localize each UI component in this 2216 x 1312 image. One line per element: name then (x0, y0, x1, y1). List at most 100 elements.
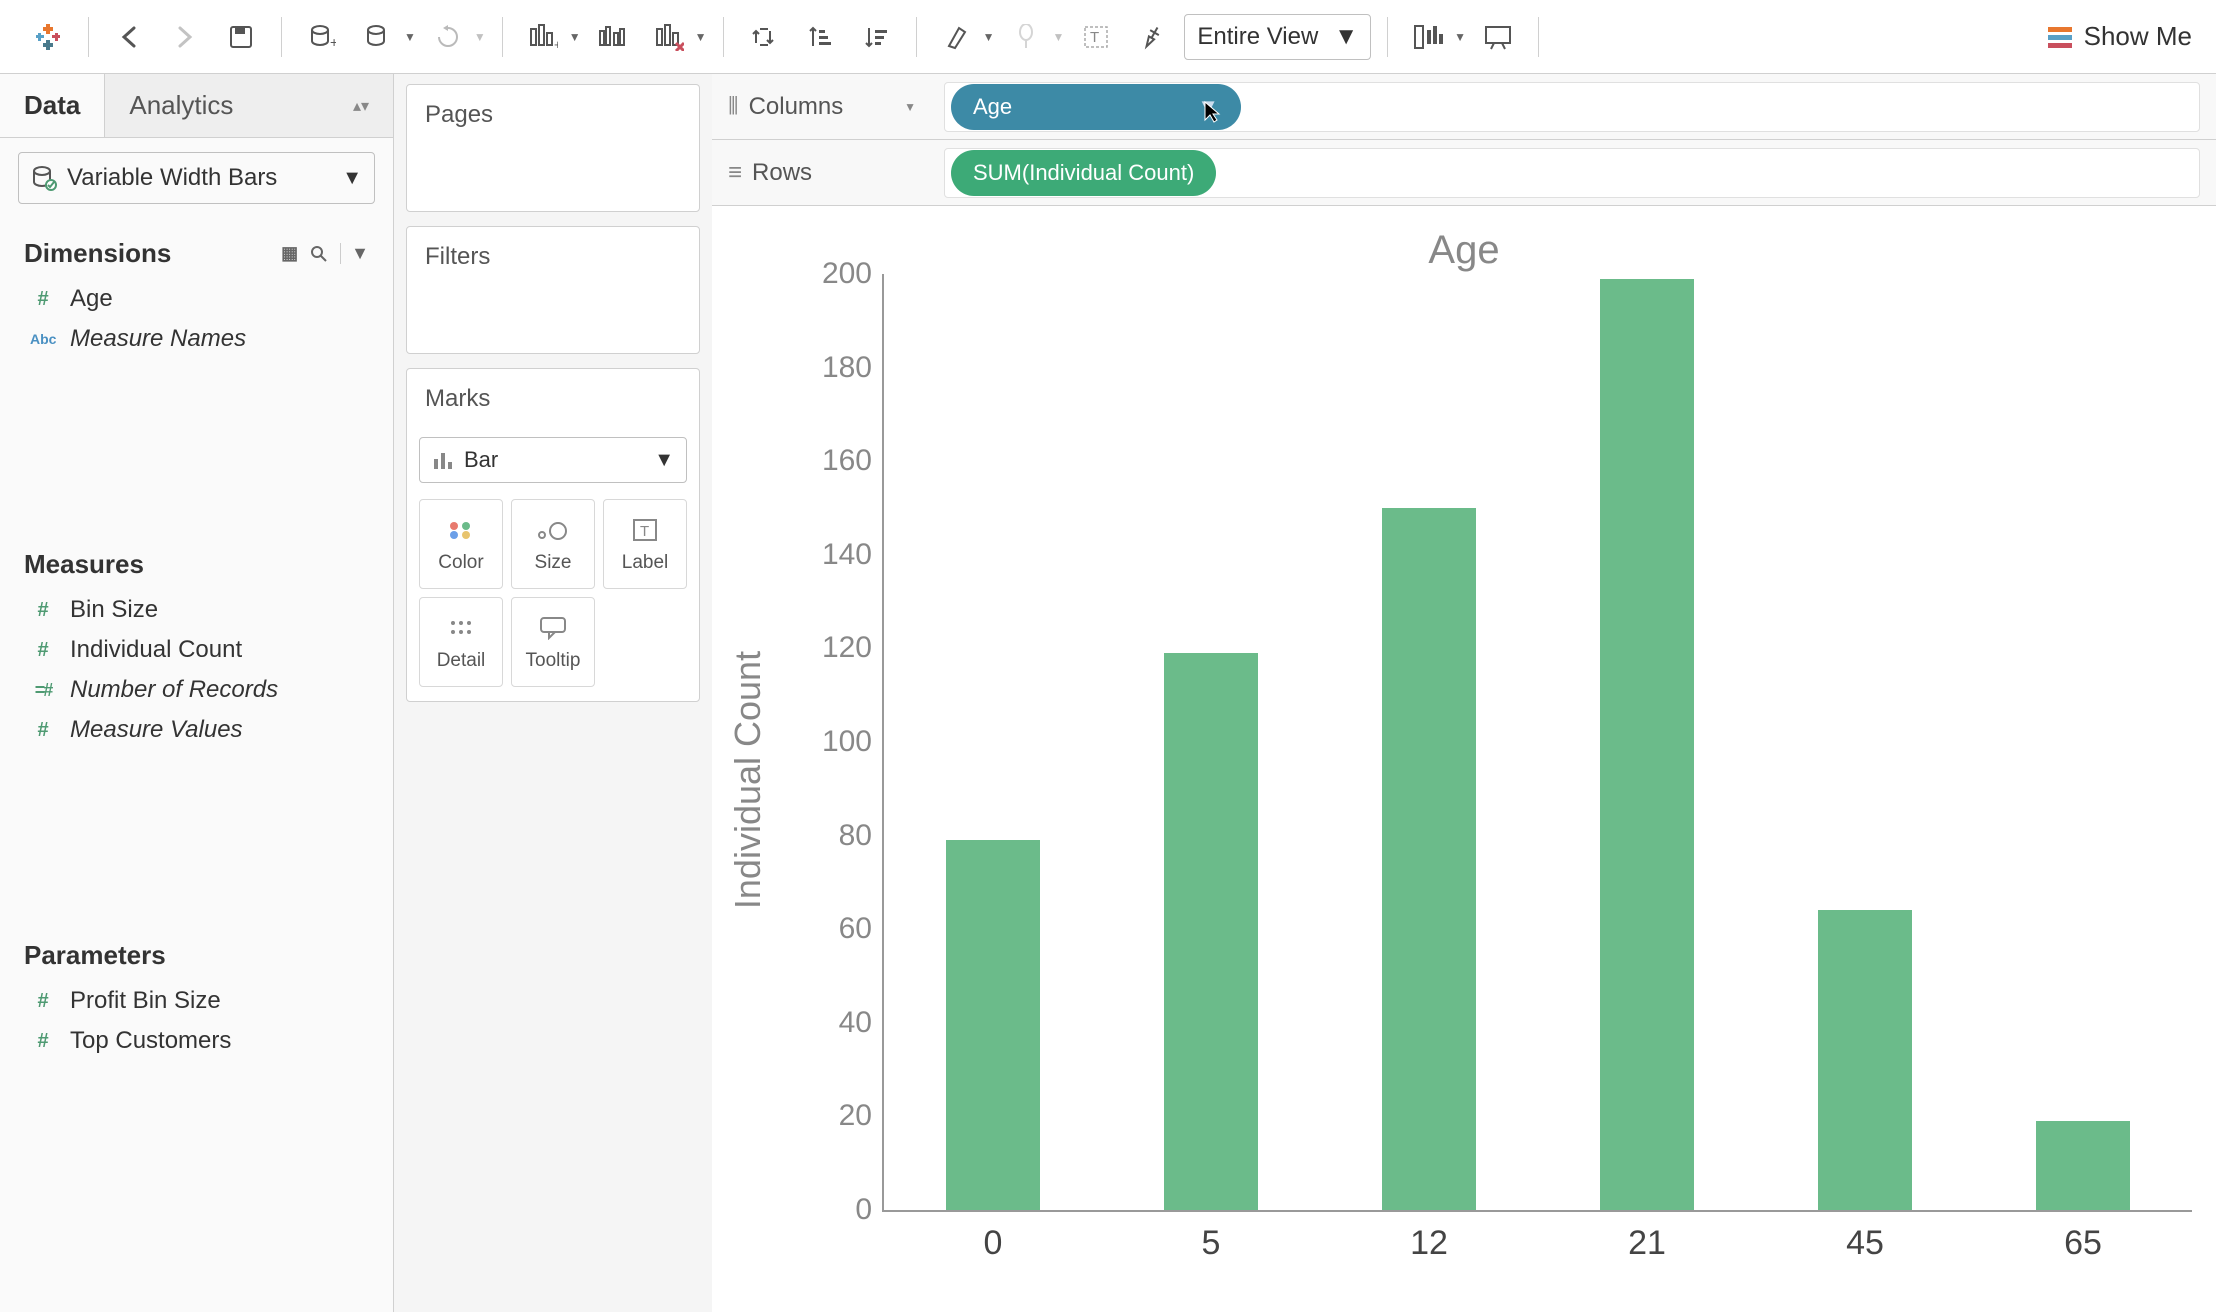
plot-area[interactable]: 0204060801001201401601802000512214565 (882, 274, 2192, 1212)
datasource-select[interactable]: Variable Width Bars ▼ (18, 152, 375, 204)
y-tick-label: 40 (839, 1006, 884, 1040)
field-type-icon: # (30, 639, 56, 662)
pause-updates-button[interactable]: ▼ (354, 13, 416, 61)
measures-header: Measures (24, 549, 369, 580)
chevron-down-icon: ▼ (1334, 23, 1358, 51)
cards-panel: Pages Filters Marks Bar ▼ Color (394, 74, 712, 1312)
cursor-icon (1203, 100, 1223, 124)
visualization: Age Individual Count 0204060801001201401… (712, 206, 2216, 1312)
label-mark-button[interactable]: T Label (603, 499, 687, 589)
field-label: Measure Names (70, 325, 246, 353)
x-tick-label: 65 (2064, 1210, 2102, 1263)
field-item[interactable]: #Bin Size (24, 590, 369, 630)
bar-mark-icon (432, 449, 454, 471)
tab-analytics[interactable]: Analytics▴▾ (104, 74, 393, 137)
y-tick-label: 200 (822, 257, 884, 291)
field-item[interactable]: #Top Customers (24, 1021, 369, 1061)
y-tick-label: 160 (822, 444, 884, 478)
group-button[interactable]: ▼ (1002, 13, 1064, 61)
field-item[interactable]: =# Number of Records (24, 670, 369, 710)
field-item[interactable]: #Age (24, 279, 369, 319)
size-mark-button[interactable]: Size (511, 499, 595, 589)
filters-title: Filters (407, 227, 699, 287)
field-item[interactable]: AbcMeasure Names (24, 319, 369, 359)
dimensions-header: Dimensions ▦ ▼ (24, 238, 369, 269)
y-tick-label: 60 (839, 912, 884, 946)
forward-button[interactable] (161, 13, 209, 61)
top-toolbar: + ▼ ▼ +▼ ▼ ▼ ▼ T Entire View ▼ ▼ Show Me (0, 0, 2216, 74)
svg-text:+: + (554, 37, 558, 51)
field-type-icon: # (30, 288, 56, 311)
show-me-label: Show Me (2084, 21, 2192, 52)
chevron-down-icon: ▼ (654, 449, 674, 472)
field-label: Number of Records (70, 676, 278, 704)
chart-bar[interactable] (1818, 910, 1912, 1210)
x-tick-label: 21 (1628, 1210, 1666, 1263)
x-tick-label: 45 (1846, 1210, 1884, 1263)
field-item[interactable]: #Profit Bin Size (24, 981, 369, 1021)
columns-pill-age[interactable]: Age ▼ (951, 84, 1241, 130)
rows-pill-individual-count[interactable]: SUM(Individual Count) (951, 150, 1216, 196)
highlight-button[interactable]: ▼ (933, 13, 995, 61)
view-as-table-icon[interactable]: ▦ (281, 243, 298, 264)
chart-bar[interactable] (1382, 508, 1476, 1210)
field-type-icon: # (30, 719, 56, 742)
detail-mark-button[interactable]: Detail (419, 597, 503, 687)
clear-button[interactable]: ▼ (645, 13, 707, 61)
field-item[interactable]: #Measure Values (24, 710, 369, 750)
sort-desc-button[interactable] (852, 13, 900, 61)
chevron-down-icon: ▼ (904, 100, 916, 114)
columns-shelf-label: ⦀Columns ▼ (728, 93, 928, 121)
refresh-button[interactable]: ▼ (424, 13, 486, 61)
y-tick-label: 20 (839, 1099, 884, 1133)
swap-button[interactable] (740, 13, 788, 61)
columns-icon: ⦀ (728, 93, 739, 121)
field-label: Profit Bin Size (70, 987, 221, 1015)
svg-text:T: T (640, 523, 649, 540)
fit-dropdown[interactable]: Entire View ▼ (1184, 14, 1371, 60)
svg-text:+: + (330, 34, 336, 50)
marks-title: Marks (407, 369, 699, 429)
new-datasource-button[interactable]: + (298, 13, 346, 61)
back-button[interactable] (105, 13, 153, 61)
chart-bar[interactable] (2036, 1121, 2130, 1210)
y-tick-label: 100 (822, 725, 884, 759)
tooltip-mark-button[interactable]: Tooltip (511, 597, 595, 687)
chart-bar[interactable] (1600, 279, 1694, 1210)
y-tick-label: 80 (839, 819, 884, 853)
pin-button[interactable] (1128, 13, 1176, 61)
show-me-button[interactable]: Show Me (2046, 21, 2192, 52)
y-tick-label: 140 (822, 538, 884, 572)
pages-card[interactable]: Pages (406, 84, 700, 212)
field-type-icon: =# (30, 680, 56, 701)
parameters-header: Parameters (24, 940, 369, 971)
field-item[interactable]: #Individual Count (24, 630, 369, 670)
tableau-logo-icon[interactable] (24, 13, 72, 61)
tab-data[interactable]: Data (0, 74, 104, 137)
chart-bar[interactable] (946, 840, 1040, 1210)
field-label: Bin Size (70, 596, 158, 624)
show-labels-button[interactable]: T (1072, 13, 1120, 61)
color-mark-button[interactable]: Color (419, 499, 503, 589)
presentation-mode-button[interactable] (1474, 13, 1522, 61)
rows-shelf-label: ≡Rows (728, 159, 928, 187)
new-worksheet-button[interactable]: +▼ (519, 13, 581, 61)
y-tick-label: 0 (855, 1193, 884, 1227)
side-tabs: Data Analytics▴▾ (0, 74, 393, 138)
columns-shelf[interactable]: ⦀Columns ▼ Age ▼ (712, 74, 2216, 140)
save-button[interactable] (217, 13, 265, 61)
sort-asc-button[interactable] (796, 13, 844, 61)
search-fields-icon[interactable] (310, 245, 328, 263)
rows-shelf[interactable]: ≡Rows SUM(Individual Count) (712, 140, 2216, 206)
x-tick-label: 5 (1202, 1210, 1221, 1263)
chart-bar[interactable] (1164, 653, 1258, 1210)
worksheet-area: ⦀Columns ▼ Age ▼ ≡Rows SUM(Individual Co… (712, 74, 2216, 1312)
mark-type-select[interactable]: Bar ▼ (419, 437, 687, 483)
field-type-icon: # (30, 1030, 56, 1053)
x-tick-label: 12 (1410, 1210, 1448, 1263)
filters-card[interactable]: Filters (406, 226, 700, 354)
svg-text:T: T (1090, 29, 1099, 46)
menu-icon[interactable]: ▼ (340, 243, 369, 264)
show-cards-button[interactable]: ▼ (1404, 13, 1466, 61)
duplicate-button[interactable] (589, 13, 637, 61)
